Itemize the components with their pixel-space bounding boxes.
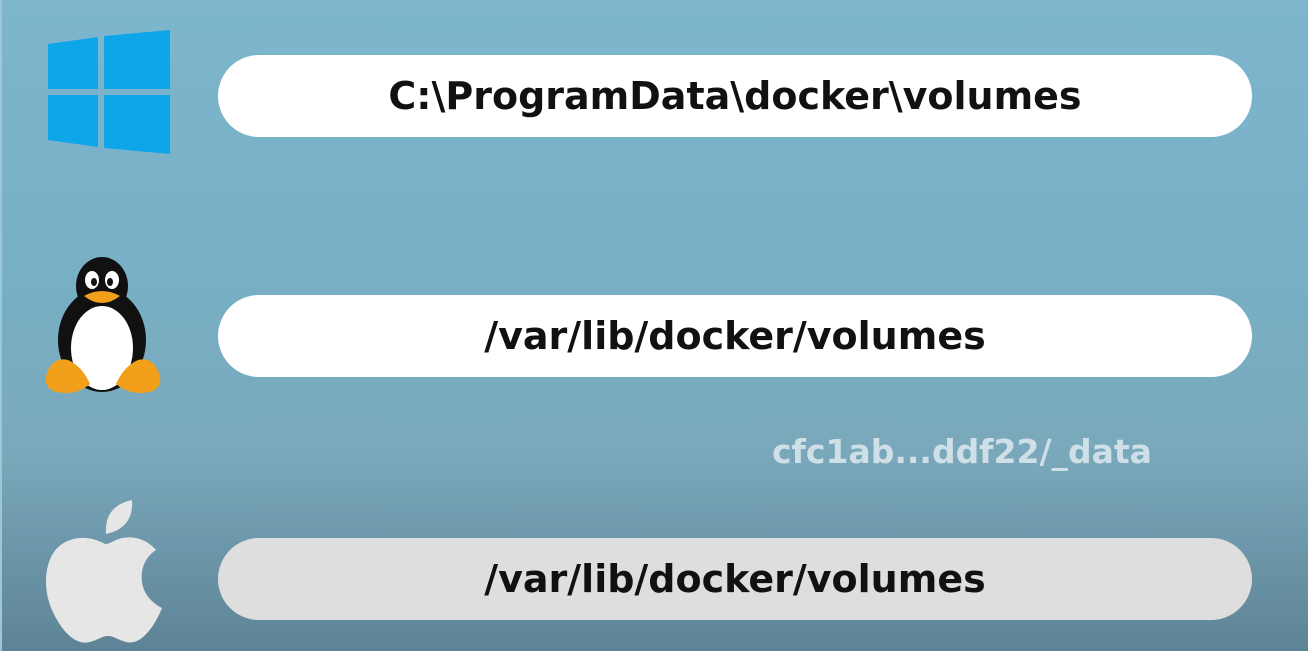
linux-path-pill: /var/lib/docker/volumes	[218, 295, 1252, 377]
linux-path-text: /var/lib/docker/volumes	[484, 314, 986, 358]
apple-logo-icon	[42, 500, 168, 645]
windows-path-text: C:\ProgramData\docker\volumes	[388, 74, 1082, 118]
linux-tux-icon	[42, 256, 164, 398]
windows-path-pill: C:\ProgramData\docker\volumes	[218, 55, 1252, 137]
windows-logo-icon	[46, 30, 172, 154]
volume-id-suffix: cfc1ab...ddf22/_data	[772, 432, 1152, 471]
mac-path-text: /var/lib/docker/volumes	[484, 557, 986, 601]
left-edge-divider	[0, 0, 2, 651]
mac-path-pill: /var/lib/docker/volumes	[218, 538, 1252, 620]
